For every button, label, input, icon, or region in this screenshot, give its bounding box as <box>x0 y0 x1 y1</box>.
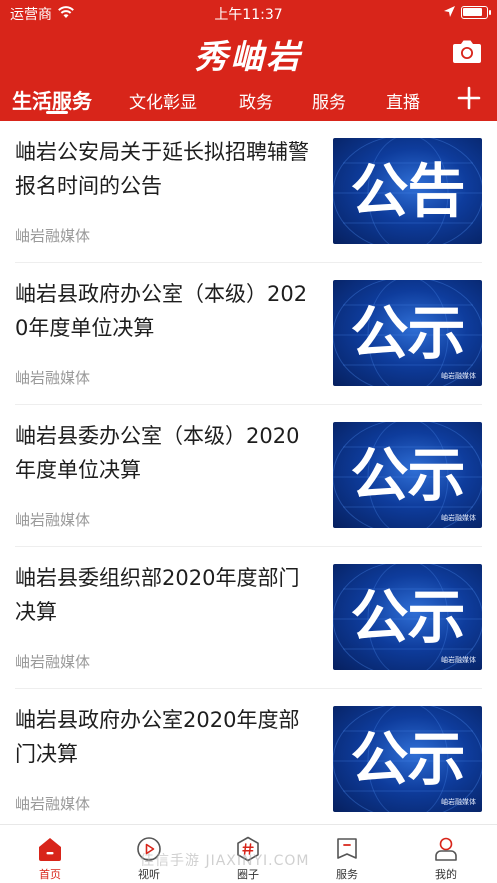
news-feed: 岫岩公安局关于延长拟招聘辅警报名时间的公告 岫岩融媒体 公告 岫岩县政府办公室（… <box>0 121 497 821</box>
news-source: 岫岩融媒体 <box>15 511 91 529</box>
news-source: 岫岩融媒体 <box>15 653 91 671</box>
app-logo: 秀岫岩 <box>194 37 303 76</box>
news-thumbnail: 公示 岫岩融媒体 <box>333 564 482 670</box>
tab-life-services[interactable]: 生活服务 <box>12 85 92 114</box>
news-title: 岫岩县委办公室（本级）2020年度单位决算 <box>15 424 300 482</box>
news-item[interactable]: 岫岩县政府办公室（本级）2020年度单位决算 岫岩融媒体 公示 岫岩融媒体 <box>0 263 497 405</box>
news-item[interactable]: 岫岩公安局关于延长拟招聘辅警报名时间的公告 岫岩融媒体 公告 <box>0 121 497 263</box>
tab-live[interactable]: 直播 <box>386 88 420 113</box>
news-source: 岫岩融媒体 <box>15 795 91 813</box>
tabbar-service[interactable]: 服务 <box>317 825 377 883</box>
news-thumbnail: 公示 岫岩融媒体 <box>333 422 482 528</box>
tabbar-label: 服务 <box>336 868 358 881</box>
channel-tabs: 生活服务 文化彰显 政务 服务 直播 <box>0 80 497 118</box>
news-title: 岫岩县委组织部2020年度部门决算 <box>15 566 300 624</box>
app-header: 运营商 上午11:37 秀岫岩 生活服务 文化彰显 政务 服务 直播 <box>0 0 497 121</box>
tab-services[interactable]: 服务 <box>312 88 346 113</box>
camera-icon[interactable] <box>452 38 482 64</box>
news-thumbnail: 公示 岫岩融媒体 <box>333 706 482 812</box>
news-item[interactable]: 岫岩县委办公室（本级）2020年度单位决算 岫岩融媒体 公示 岫岩融媒体 <box>0 405 497 547</box>
news-source: 岫岩融媒体 <box>15 369 91 387</box>
news-item[interactable]: 岫岩县政府办公室2020年度部门决算 岫岩融媒体 公示 岫岩融媒体 <box>0 689 497 821</box>
thumbnail-caption: 公示 <box>350 301 465 366</box>
tab-government[interactable]: 政务 <box>239 88 273 113</box>
tabbar-home[interactable]: 首页 <box>20 825 80 883</box>
site-watermark: 佳信手游 JIAXINYI.COM <box>140 853 310 869</box>
tabbar-label: 我的 <box>435 868 457 881</box>
status-time: 上午11:37 <box>214 7 283 23</box>
news-thumbnail: 公告 <box>333 138 482 244</box>
thumbnail-watermark: 岫岩融媒体 <box>441 514 476 522</box>
news-title: 岫岩县政府办公室（本级）2020年度单位决算 <box>15 282 308 340</box>
thumbnail-caption: 公告 <box>350 159 465 224</box>
news-title: 岫岩县政府办公室2020年度部门决算 <box>15 708 300 766</box>
tabbar-label: 首页 <box>39 868 61 881</box>
news-thumbnail: 公示 岫岩融媒体 <box>333 280 482 386</box>
thumbnail-caption: 公示 <box>350 585 465 650</box>
news-title: 岫岩公安局关于延长拟招聘辅警报名时间的公告 <box>15 140 309 198</box>
battery-icon <box>461 6 491 19</box>
location-arrow-icon <box>444 6 455 17</box>
thumbnail-caption: 公示 <box>350 443 465 508</box>
active-tab-indicator <box>46 111 68 114</box>
status-bar: 运营商 上午11:37 <box>0 0 497 26</box>
tab-culture[interactable]: 文化彰显 <box>129 88 197 113</box>
service-icon <box>337 838 357 859</box>
tabbar-profile[interactable]: 我的 <box>416 825 476 883</box>
plus-icon[interactable] <box>457 86 481 110</box>
news-item[interactable]: 岫岩县委组织部2020年度部门决算 岫岩融媒体 公示 岫岩融媒体 <box>0 547 497 689</box>
thumbnail-watermark: 岫岩融媒体 <box>441 656 476 664</box>
home-icon <box>39 838 61 861</box>
profile-icon <box>435 837 457 861</box>
news-source: 岫岩融媒体 <box>15 227 91 245</box>
battery-level <box>463 8 482 16</box>
thumbnail-caption: 公示 <box>350 727 465 792</box>
thumbnail-watermark: 岫岩融媒体 <box>441 798 476 806</box>
thumbnail-watermark: 岫岩融媒体 <box>441 372 476 380</box>
